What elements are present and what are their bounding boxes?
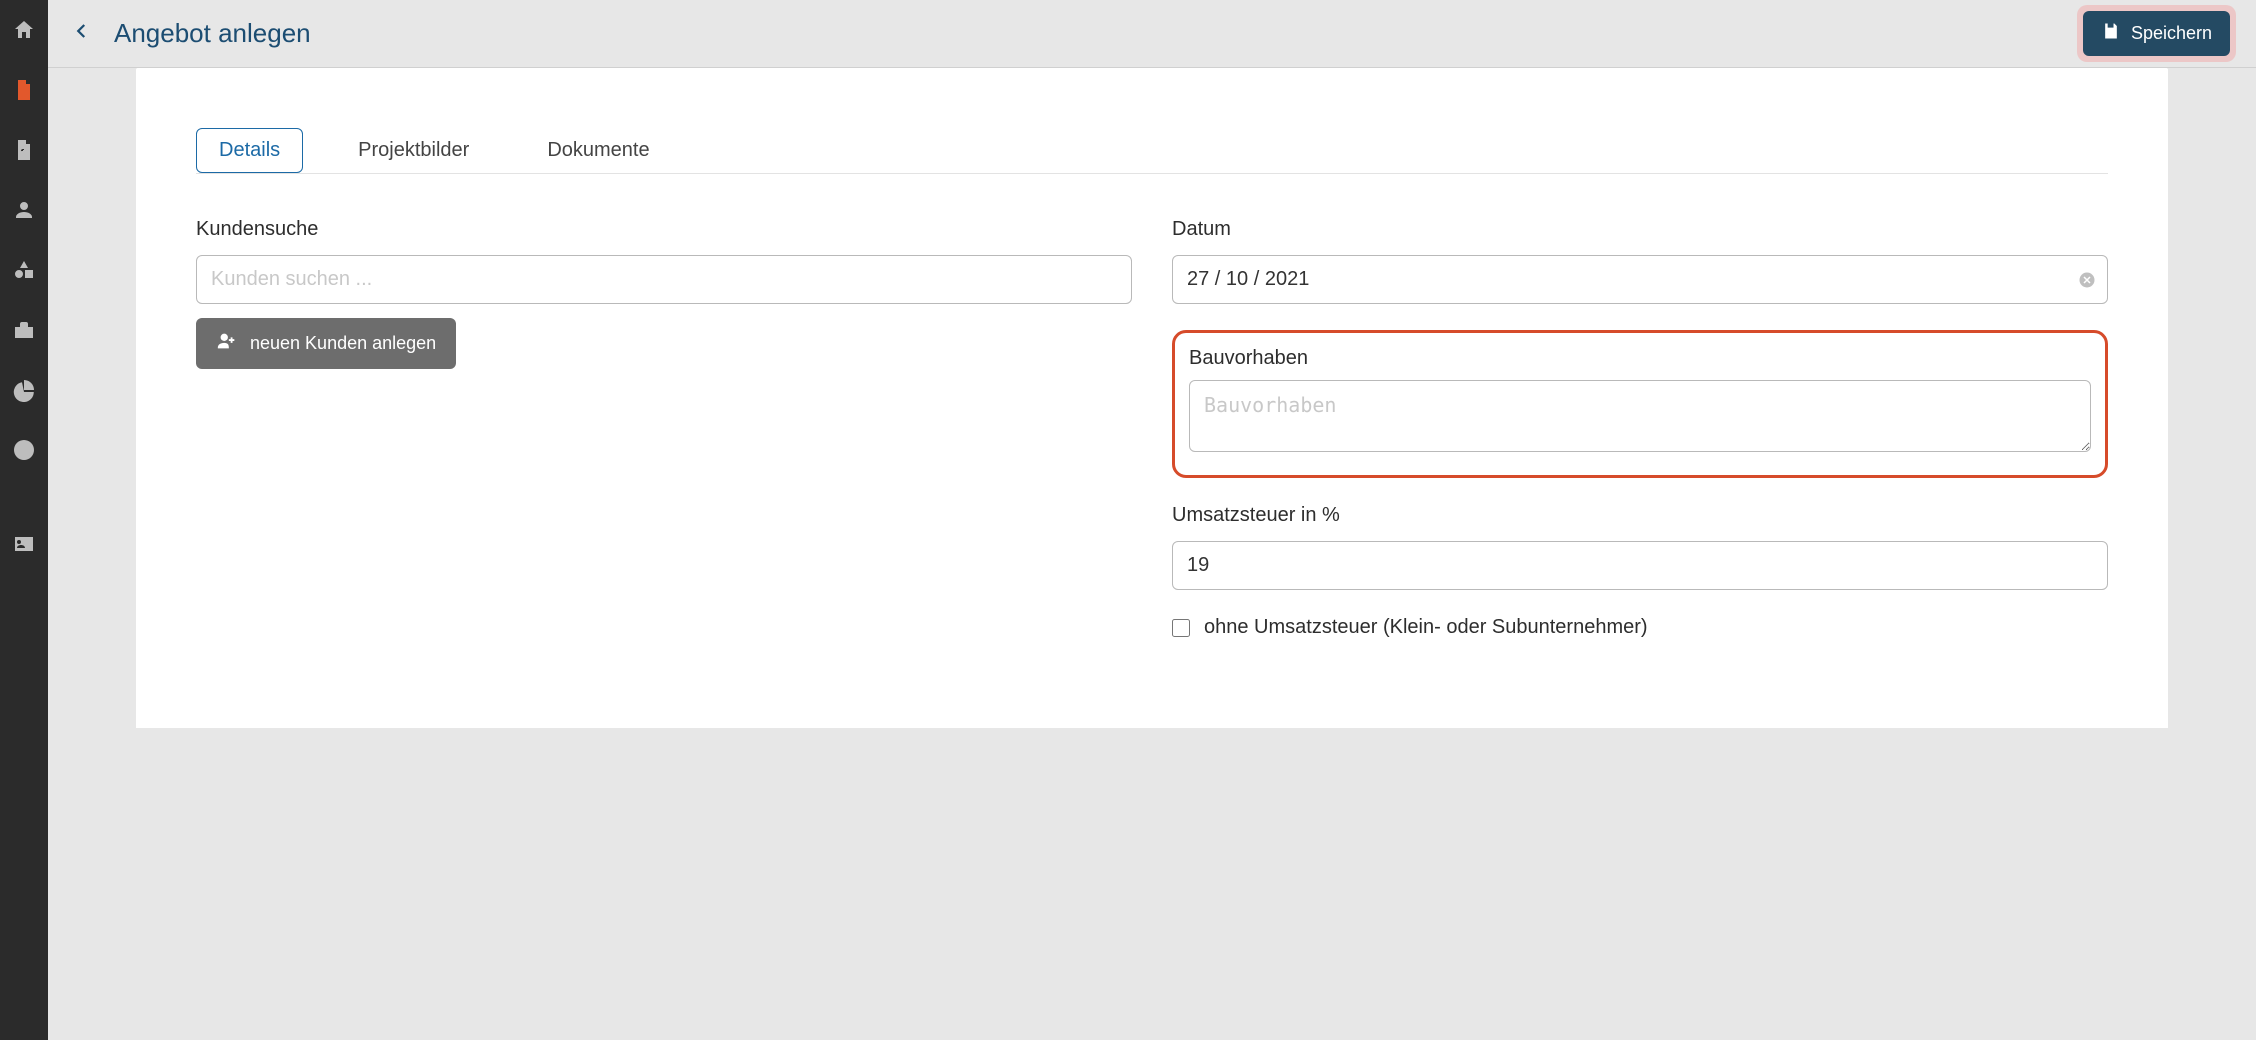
datum-input[interactable] <box>1172 255 2108 304</box>
nav-profile[interactable] <box>0 526 48 566</box>
tab-details-label: Details <box>219 139 280 161</box>
bauvorhaben-label: Bauvorhaben <box>1189 347 2091 370</box>
form-card: Details Projektbilder Dokumente Kundensu… <box>136 68 2168 728</box>
person-icon <box>12 198 36 227</box>
nav-invoices[interactable] <box>0 132 48 172</box>
ohne-ust-label: ohne Umsatzsteuer (Klein- oder Subuntern… <box>1204 616 1648 639</box>
new-customer-button[interactable]: neuen Kunden anlegen <box>196 318 456 369</box>
form-col-left: Kundensuche neuen Kunden anlegen <box>196 218 1132 639</box>
ust-group: Umsatzsteuer in % <box>1172 504 2108 590</box>
back-button[interactable] <box>68 20 96 48</box>
home-icon <box>12 18 36 47</box>
nav-home[interactable] <box>0 12 48 52</box>
sidebar <box>0 0 48 1040</box>
clock-icon <box>12 438 36 467</box>
nav-customers[interactable] <box>0 192 48 232</box>
invoice-icon <box>12 138 36 167</box>
tab-projektbilder[interactable]: Projektbilder <box>335 128 492 173</box>
tabs: Details Projektbilder Dokumente <box>196 128 2108 174</box>
nav-shapes[interactable] <box>0 252 48 292</box>
ohne-ust-row[interactable]: ohne Umsatzsteuer (Klein- oder Subuntern… <box>1172 616 2108 639</box>
nav-time[interactable] <box>0 432 48 472</box>
nav-reports[interactable] <box>0 372 48 412</box>
main: Angebot anlegen Speichern Details Projek… <box>48 0 2256 1040</box>
bauvorhaben-highlight: Bauvorhaben <box>1172 330 2108 478</box>
close-circle-icon <box>2078 276 2096 293</box>
nav-toolbox[interactable] <box>0 312 48 352</box>
save-icon <box>2101 21 2121 46</box>
ohne-ust-checkbox[interactable] <box>1172 619 1190 637</box>
save-button-highlight: Speichern <box>2077 5 2236 62</box>
idcard-icon <box>12 532 36 561</box>
kundensuche-input[interactable] <box>196 255 1132 304</box>
tab-details[interactable]: Details <box>196 128 303 173</box>
datum-row <box>1172 255 2108 304</box>
tab-dokumente-label: Dokumente <box>547 139 649 161</box>
datum-clear-button[interactable] <box>2078 271 2096 289</box>
toolbox-icon <box>12 318 36 347</box>
page-title: Angebot anlegen <box>114 18 2059 49</box>
piechart-icon <box>12 378 36 407</box>
content-scroll[interactable]: Details Projektbilder Dokumente Kundensu… <box>48 68 2256 1040</box>
topbar: Angebot anlegen Speichern <box>48 0 2256 68</box>
datum-group: Datum <box>1172 218 2108 304</box>
form-col-right: Datum Bauvorhaben <box>1172 218 2108 639</box>
tab-dokumente[interactable]: Dokumente <box>524 128 672 173</box>
tab-projektbilder-label: Projektbilder <box>358 139 469 161</box>
nav-documents[interactable] <box>0 72 48 112</box>
kundensuche-label: Kundensuche <box>196 218 1132 241</box>
person-plus-icon <box>216 330 238 357</box>
form-grid: Kundensuche neuen Kunden anlegen Datum <box>196 218 2108 639</box>
datum-label: Datum <box>1172 218 2108 241</box>
document-icon <box>12 78 36 107</box>
shapes-icon <box>12 258 36 287</box>
save-button[interactable]: Speichern <box>2083 11 2230 56</box>
new-customer-button-label: neuen Kunden anlegen <box>250 333 436 354</box>
ust-input[interactable] <box>1172 541 2108 590</box>
save-button-label: Speichern <box>2131 23 2212 44</box>
ust-label: Umsatzsteuer in % <box>1172 504 2108 527</box>
chevron-left-icon <box>73 22 91 45</box>
bauvorhaben-input[interactable] <box>1189 380 2091 452</box>
